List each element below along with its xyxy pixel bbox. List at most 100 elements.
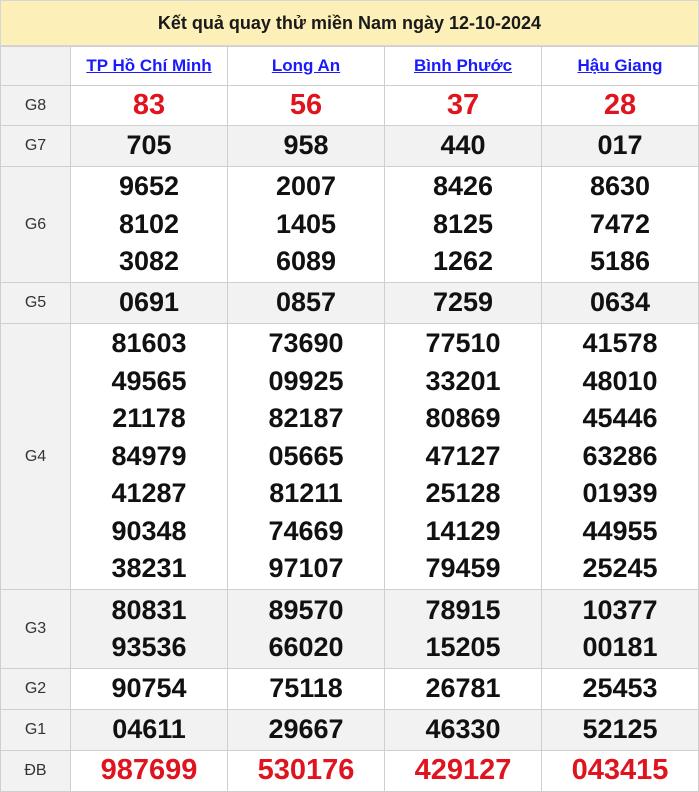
province-header: Bình Phước	[384, 46, 542, 86]
prize-cell: 043415	[541, 750, 699, 792]
prize-cell: 958	[227, 125, 385, 167]
prize-number: 429127	[414, 754, 512, 787]
prize-cell: 25453	[541, 668, 699, 710]
prize-number: 21178	[112, 403, 186, 434]
prize-number: 1262	[432, 246, 494, 277]
prize-number: 81211	[269, 478, 343, 509]
prize-row-g7: G7 705 958 440 017	[0, 125, 699, 167]
prize-number: 37	[446, 89, 480, 121]
prize-number: 80831	[111, 594, 187, 625]
prize-number: 0691	[118, 287, 180, 318]
prize-row-đb: ĐB 987699 530176 429127 043415	[0, 750, 699, 792]
prize-cell: 77510 33201 80869 47127 25128 14129 79459	[384, 323, 542, 590]
prize-number: 01939	[582, 478, 658, 509]
province-link-hau-giang[interactable]: Hậu Giang	[577, 56, 662, 75]
lottery-results: Kết quả quay thử miền Nam ngày 12-10-202…	[0, 0, 699, 792]
prize-number: 14129	[425, 515, 501, 546]
province-header: Hậu Giang	[541, 46, 699, 86]
prize-number: 00181	[582, 632, 658, 662]
province-link-long-an[interactable]: Long An	[272, 56, 340, 75]
prize-cell: 52125	[541, 709, 699, 751]
prize-number: 45446	[582, 403, 658, 434]
prize-number: 82187	[268, 403, 344, 434]
header-corner	[0, 46, 71, 86]
prize-number: 90348	[111, 515, 187, 546]
prize-row-g1: G1 04611 29667 46330 52125	[0, 709, 699, 751]
prize-number: 15205	[425, 632, 501, 662]
prize-number: 25245	[582, 553, 658, 584]
prize-cell: 29667	[227, 709, 385, 751]
prize-number: 043415	[571, 754, 669, 787]
prize-number: 8102	[118, 208, 180, 239]
prize-cell: 987699	[70, 750, 228, 792]
prize-number: 63286	[582, 440, 658, 471]
prize-cell: 04611	[70, 709, 228, 751]
prize-number: 80869	[425, 403, 501, 434]
prize-label: G1	[0, 709, 71, 751]
prize-number: 93536	[111, 632, 187, 662]
prize-label: G2	[0, 668, 71, 710]
prize-number: 705	[126, 130, 172, 161]
prize-label: G7	[0, 125, 71, 167]
prize-cell: 26781	[384, 668, 542, 710]
prize-cell: 440	[384, 125, 542, 167]
prize-number: 52125	[582, 714, 658, 745]
prize-number: 29667	[268, 714, 344, 745]
prize-number: 81603	[111, 328, 187, 359]
prize-number: 530176	[257, 754, 355, 787]
prize-number: 0857	[275, 287, 337, 318]
prize-row-g5: G5 0691 0857 7259 0634	[0, 282, 699, 324]
results-table: TP Hồ Chí Minh Long An Bình Phước Hậu Gi…	[0, 46, 699, 792]
prize-number: 74669	[268, 515, 344, 546]
prize-cell: 017	[541, 125, 699, 167]
prize-cell: 75118	[227, 668, 385, 710]
province-link-binh-phuoc[interactable]: Bình Phước	[414, 56, 512, 75]
province-header-row: TP Hồ Chí Minh Long An Bình Phước Hậu Gi…	[0, 46, 699, 86]
prize-cell: 10377 00181	[541, 589, 699, 669]
prize-cell: 37	[384, 85, 542, 126]
prize-cell: 2007 1405 6089	[227, 166, 385, 283]
prize-number: 33201	[425, 365, 501, 396]
prize-number: 440	[440, 130, 486, 161]
prize-number: 9652	[118, 171, 180, 202]
prize-number: 10377	[582, 594, 658, 625]
province-header: TP Hồ Chí Minh	[70, 46, 228, 86]
prize-number: 47127	[425, 440, 501, 471]
prize-cell: 78915 15205	[384, 589, 542, 669]
prize-label: ĐB	[0, 750, 71, 792]
prize-number: 2007	[275, 171, 337, 202]
prize-number: 83	[132, 89, 166, 121]
prize-number: 958	[283, 130, 329, 161]
prize-number: 28	[603, 89, 637, 121]
prize-cell: 705	[70, 125, 228, 167]
prize-cell: 9652 8102 3082	[70, 166, 228, 283]
prize-number: 41578	[582, 328, 658, 359]
prize-row-g2: G2 90754 75118 26781 25453	[0, 668, 699, 710]
prize-cell: 28	[541, 85, 699, 126]
prize-cell: 80831 93536	[70, 589, 228, 669]
prize-cell: 41578 48010 45446 63286 01939 44955 25245	[541, 323, 699, 590]
prize-cell: 429127	[384, 750, 542, 792]
prize-cell: 83	[70, 85, 228, 126]
prize-number: 3082	[118, 246, 180, 277]
prize-number: 7472	[589, 208, 651, 239]
prize-number: 89570	[268, 594, 344, 625]
prize-label: G8	[0, 85, 71, 126]
prize-number: 0634	[589, 287, 651, 318]
prize-number: 26781	[425, 673, 501, 704]
prize-number: 987699	[100, 754, 198, 787]
prize-number: 77510	[425, 328, 501, 359]
prize-number: 79459	[425, 553, 501, 584]
prize-number: 1405	[275, 208, 337, 239]
prize-number: 75118	[269, 673, 343, 704]
province-header: Long An	[227, 46, 385, 86]
prize-cell: 8426 8125 1262	[384, 166, 542, 283]
prize-number: 017	[597, 130, 643, 161]
prize-number: 38231	[111, 553, 187, 584]
prize-cell: 8630 7472 5186	[541, 166, 699, 283]
prize-number: 8630	[589, 171, 651, 202]
prize-label: G5	[0, 282, 71, 324]
prize-cell: 89570 66020	[227, 589, 385, 669]
prize-number: 09925	[268, 365, 344, 396]
province-link-hcm[interactable]: TP Hồ Chí Minh	[86, 56, 211, 75]
